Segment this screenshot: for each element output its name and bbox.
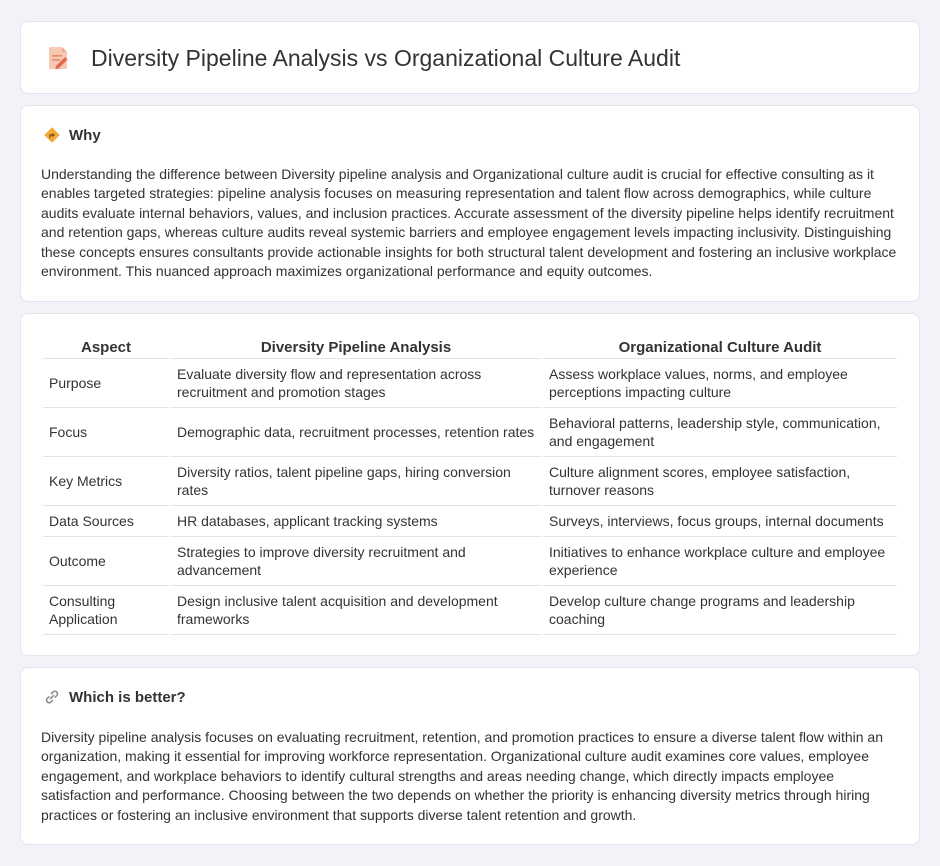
row-pipeline-value: HR databases, applicant tracking systems [171, 506, 541, 537]
table-row: Key Metrics Diversity ratios, talent pip… [43, 457, 897, 506]
row-culture-value: Surveys, interviews, focus groups, inter… [543, 506, 897, 537]
row-pipeline-value: Demographic data, recruitment processes,… [171, 408, 541, 457]
comparison-table: Aspect Diversity Pipeline Analysis Organ… [41, 335, 899, 635]
table-row: Focus Demographic data, recruitment proc… [43, 408, 897, 457]
row-aspect: Key Metrics [43, 457, 169, 506]
row-culture-value: Develop culture change programs and lead… [543, 586, 897, 635]
row-aspect: Purpose [43, 359, 169, 408]
row-aspect: Data Sources [43, 506, 169, 537]
table-row: Consulting Application Design inclusive … [43, 586, 897, 635]
row-pipeline-value: Design inclusive talent acquisition and … [171, 586, 541, 635]
why-heading: Why [69, 126, 101, 144]
row-culture-value: Initiatives to enhance workplace culture… [543, 537, 897, 586]
row-pipeline-value: Evaluate diversity flow and representati… [171, 359, 541, 408]
link-icon [43, 688, 61, 706]
row-pipeline-value: Diversity ratios, talent pipeline gaps, … [171, 457, 541, 506]
row-culture-value: Assess workplace values, norms, and empl… [543, 359, 897, 408]
comparison-card: Aspect Diversity Pipeline Analysis Organ… [20, 313, 920, 656]
row-pipeline-value: Strategies to improve diversity recruitm… [171, 537, 541, 586]
row-aspect: Consulting Application [43, 586, 169, 635]
table-row: Data Sources HR databases, applicant tra… [43, 506, 897, 537]
title-card: Diversity Pipeline Analysis vs Organizat… [20, 21, 920, 94]
row-aspect: Focus [43, 408, 169, 457]
why-body: Understanding the difference between Div… [41, 166, 897, 280]
which-is-better-heading: Which is better? [69, 688, 186, 706]
row-aspect: Outcome [43, 537, 169, 586]
header-aspect: Aspect [43, 335, 169, 359]
why-section: Why Understanding the difference between… [20, 105, 920, 302]
row-culture-value: Behavioral patterns, leadership style, c… [543, 408, 897, 457]
table-row: Outcome Strategies to improve diversity … [43, 537, 897, 586]
document-edit-icon [47, 44, 71, 72]
row-culture-value: Culture alignment scores, employee satis… [543, 457, 897, 506]
header-diversity-pipeline: Diversity Pipeline Analysis [171, 335, 541, 359]
page-title: Diversity Pipeline Analysis vs Organizat… [91, 44, 681, 71]
which-is-better-section: Which is better? Diversity pipeline anal… [20, 667, 920, 845]
road-sign-icon [43, 126, 61, 144]
table-header-row: Aspect Diversity Pipeline Analysis Organ… [43, 335, 897, 359]
header-culture-audit: Organizational Culture Audit [543, 335, 897, 359]
which-is-better-body: Diversity pipeline analysis focuses on e… [41, 729, 883, 823]
table-row: Purpose Evaluate diversity flow and repr… [43, 359, 897, 408]
